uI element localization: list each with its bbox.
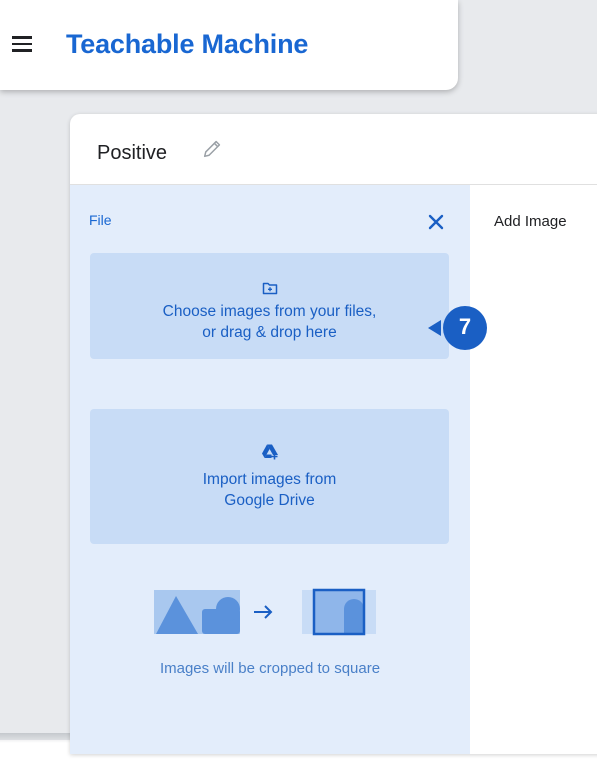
app-title: Teachable Machine [66,29,309,59]
cropped-image-illustration [302,588,376,636]
crop-illustration [154,588,376,636]
pencil-icon[interactable] [201,138,223,160]
class-card: Positive File Choose images from your fi… [70,114,597,754]
hamburger-menu-icon[interactable] [12,36,36,54]
class-name-row: Positive [70,114,597,185]
google-drive-import-button[interactable]: Import images from Google Drive [90,409,449,544]
choose-files-button[interactable]: Choose images from your files, or drag &… [90,253,449,359]
step-marker: 7 [426,303,488,353]
step-number: 7 [458,314,472,339]
crop-caption: Images will be cropped to square [159,660,381,677]
arrow-right-icon [254,605,273,619]
add-samples-label: Add Image [494,213,567,230]
drive-tile-line1: Import images from [202,471,337,488]
folder-upload-icon [262,282,277,295]
upload-panel: File Choose images from your files, or d… [70,185,470,754]
class-name[interactable]: Positive [97,142,167,165]
original-image-illustration [154,590,240,634]
upload-panel-label: File [89,212,112,228]
files-tile-line2: or drag & drop here [202,324,337,341]
google-drive-icon [261,444,278,460]
app-header: Teachable Machine [0,0,458,90]
drive-tile-line2: Google Drive [224,492,315,509]
close-icon[interactable] [425,211,447,233]
files-tile-line1: Choose images from your files, [162,303,377,320]
